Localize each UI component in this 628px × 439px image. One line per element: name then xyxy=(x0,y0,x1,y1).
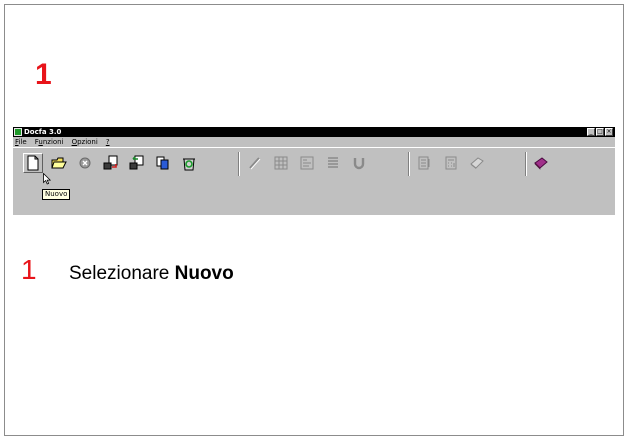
close-button[interactable]: × xyxy=(605,128,613,136)
toolbar-separator xyxy=(408,152,410,176)
menu-funzioni-rest: nzioni xyxy=(42,138,64,146)
report-button[interactable] xyxy=(415,153,435,173)
window-controls: _ □ × xyxy=(587,128,613,136)
recycle-button[interactable] xyxy=(179,153,199,173)
title-bar: Docfa 3.0 _ □ × xyxy=(13,127,615,137)
docfa-window: Docfa 3.0 _ □ × File Funzioni Opzioni ? xyxy=(13,127,615,215)
calculator-button[interactable] xyxy=(441,153,461,173)
delete-button[interactable] xyxy=(75,153,95,173)
calculator-icon xyxy=(445,156,457,170)
menu-funzioni[interactable]: Funzioni xyxy=(35,137,64,147)
print-button[interactable] xyxy=(467,153,487,173)
export-button[interactable] xyxy=(101,153,121,173)
copy-button[interactable] xyxy=(153,153,173,173)
minimize-button[interactable]: _ xyxy=(587,128,595,136)
open-button[interactable] xyxy=(49,153,69,173)
menu-bar: File Funzioni Opzioni ? xyxy=(13,137,615,147)
help-button[interactable] xyxy=(531,153,551,173)
tooltip: Nuovo xyxy=(42,189,71,200)
toolbar-separator xyxy=(238,152,240,176)
printer-icon xyxy=(470,157,484,169)
instruction-number: 1 xyxy=(21,254,37,285)
magnet-button[interactable] xyxy=(349,153,369,173)
recycle-icon xyxy=(183,158,195,171)
menu-help-accel: ? xyxy=(105,138,110,146)
menu-opzioni-rest: pzioni xyxy=(77,138,98,146)
step-heading: 1 xyxy=(35,58,52,91)
copy-icon xyxy=(156,156,169,170)
list-icon xyxy=(328,157,338,168)
instruction-target: Nuovo xyxy=(174,263,234,284)
instruction-row: 1 Selezionare Nuovo xyxy=(21,254,234,286)
report-icon xyxy=(418,156,430,170)
maximize-button[interactable]: □ xyxy=(596,128,604,136)
slide-frame xyxy=(4,4,624,436)
app-icon xyxy=(14,128,22,136)
menu-file[interactable]: File xyxy=(15,137,27,147)
export-icon xyxy=(103,155,118,170)
mouse-pointer-icon xyxy=(43,173,51,185)
new-document-icon xyxy=(27,155,39,171)
import-button[interactable] xyxy=(127,153,147,173)
open-folder-icon xyxy=(51,157,67,169)
instruction-prefix: Selezionare xyxy=(69,263,175,284)
list-button[interactable] xyxy=(323,153,343,173)
new-button[interactable] xyxy=(23,153,43,173)
form-button[interactable] xyxy=(297,153,317,173)
help-book-icon xyxy=(534,157,548,170)
delete-icon xyxy=(79,157,91,169)
magnet-icon xyxy=(353,158,365,170)
instruction-text: Selezionare Nuovo xyxy=(69,263,234,285)
import-icon xyxy=(129,155,144,170)
toolbar-border xyxy=(13,147,615,148)
menu-opzioni[interactable]: Opzioni xyxy=(72,137,98,147)
grid-button[interactable] xyxy=(271,153,291,173)
menu-help[interactable]: ? xyxy=(106,137,110,147)
window-title: Docfa 3.0 xyxy=(24,128,62,136)
edit-brush-button[interactable] xyxy=(245,153,265,173)
grid-icon xyxy=(274,156,288,170)
form-icon xyxy=(300,156,314,170)
toolbar-separator xyxy=(525,152,527,176)
edit-brush-icon xyxy=(249,157,261,170)
menu-file-rest: ile xyxy=(18,138,27,146)
